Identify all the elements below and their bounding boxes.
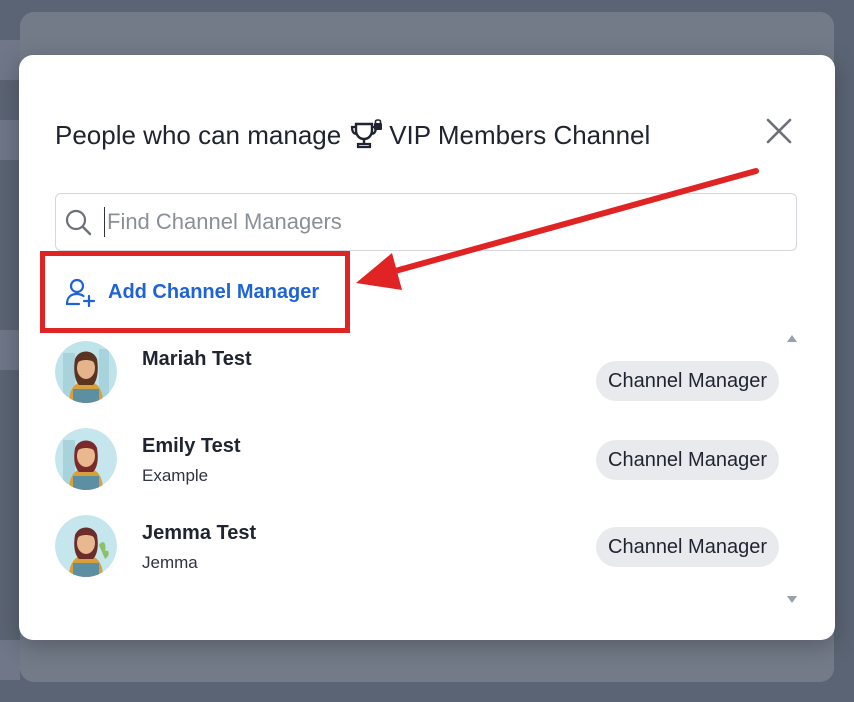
manager-list: Mariah Test Channel Manager Emily Test E… bbox=[55, 341, 795, 599]
trophy-lock-icon bbox=[349, 119, 383, 151]
background-strip bbox=[0, 640, 20, 680]
manager-name: Mariah Test bbox=[142, 348, 252, 370]
close-icon bbox=[766, 118, 792, 144]
role-badge: Channel Manager bbox=[596, 361, 779, 401]
list-scrollbar[interactable] bbox=[787, 335, 799, 603]
search-icon bbox=[65, 209, 92, 236]
manager-subtitle: Jemma bbox=[142, 553, 198, 572]
background-strip bbox=[0, 330, 20, 370]
avatar bbox=[55, 515, 117, 577]
manager-name: Emily Test bbox=[142, 435, 241, 457]
dialog-title-channel: VIP Members Channel bbox=[389, 119, 651, 150]
manager-name: Jemma Test bbox=[142, 522, 257, 544]
background-strip bbox=[0, 40, 20, 80]
search-input[interactable] bbox=[104, 207, 749, 237]
dialog-title: People who can manage VIP Members Channe… bbox=[55, 119, 650, 151]
manager-subtitle: Example bbox=[142, 466, 209, 485]
search-field[interactable] bbox=[55, 193, 797, 251]
avatar bbox=[55, 428, 117, 490]
close-button[interactable] bbox=[765, 117, 793, 145]
annotation-highlight-box bbox=[40, 251, 350, 333]
role-badge: Channel Manager bbox=[596, 527, 779, 567]
manager-row[interactable]: Jemma Test Jemma Channel Manager bbox=[55, 515, 795, 585]
manager-row[interactable]: Mariah Test Channel Manager bbox=[55, 341, 795, 411]
background-strip bbox=[0, 120, 20, 160]
scroll-down-icon[interactable] bbox=[787, 596, 797, 603]
manage-channel-dialog: People who can manage VIP Members Channe… bbox=[19, 55, 835, 640]
role-badge: Channel Manager bbox=[596, 440, 779, 480]
avatar bbox=[55, 341, 117, 403]
manager-row[interactable]: Emily Test Example Channel Manager bbox=[55, 428, 795, 498]
dialog-title-prefix: People who can manage bbox=[55, 119, 342, 150]
scroll-up-icon[interactable] bbox=[787, 335, 797, 342]
